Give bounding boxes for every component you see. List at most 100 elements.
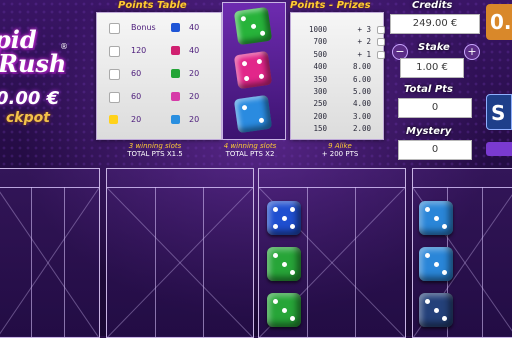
stake-label: Stake xyxy=(418,42,450,53)
start-button[interactable]: S xyxy=(486,94,512,130)
pip xyxy=(442,316,447,321)
pip xyxy=(273,224,278,229)
reel-column-line xyxy=(355,187,357,337)
featured-dice-column xyxy=(222,2,286,140)
pip xyxy=(425,253,430,258)
reel-die-icon xyxy=(267,293,301,327)
pip xyxy=(240,15,247,22)
prize-points: 400 xyxy=(313,62,327,72)
points-prizes-title: Points - Prizes xyxy=(290,0,371,11)
jackpot-amount: 0.00 € xyxy=(0,88,60,109)
bonus-stat-title: 4 winning slots xyxy=(223,142,277,150)
win-display: 0. xyxy=(486,4,512,40)
credits-label: Credits xyxy=(412,0,453,11)
pip xyxy=(273,253,278,258)
pip xyxy=(258,117,265,124)
symbol-die-icon xyxy=(109,92,120,103)
points-table-left-value: 60 xyxy=(131,69,142,78)
bonus-stat-value: TOTAL PTS X1.5 xyxy=(127,150,183,158)
stake-plus-button[interactable]: + xyxy=(464,44,480,60)
reel-column-line xyxy=(481,187,483,337)
stake-value: 1.00 € xyxy=(400,58,464,78)
bonus-stat-title: 3 winning slots xyxy=(128,142,182,150)
bonus-stat: 4 winning slots TOTAL PTS X2 xyxy=(200,142,300,158)
prize-points: 350 xyxy=(313,74,327,84)
pip xyxy=(258,73,265,80)
bonus-stat: 9 Alike + 200 PTS xyxy=(290,142,390,158)
pip xyxy=(281,215,287,221)
prize-row: 250 4.00 xyxy=(297,99,371,108)
prize-amount: 4.00 xyxy=(352,99,371,109)
pip xyxy=(290,270,295,275)
reel-2[interactable] xyxy=(106,168,254,338)
credits-value: 249.00 € xyxy=(390,14,480,34)
reel-column-line xyxy=(203,187,205,337)
reel-divider xyxy=(413,187,512,188)
points-table-title: Points Table xyxy=(118,0,187,11)
points-table-left-value: 20 xyxy=(131,115,142,124)
pip xyxy=(425,207,430,212)
game-logo: pid Rush ® xyxy=(0,28,94,76)
prize-amount: 3.00 xyxy=(352,111,371,121)
mystery-value: 0 xyxy=(398,140,472,160)
reel-die-icon xyxy=(419,201,453,235)
pip xyxy=(442,270,447,275)
prize-amount: 2.00 xyxy=(352,124,371,134)
reel-1[interactable] xyxy=(0,168,100,338)
prize-row: 350 6.00 xyxy=(297,75,371,84)
pip xyxy=(273,299,278,304)
prize-amount: + 2 xyxy=(357,37,371,47)
points-table-right-value: 20 xyxy=(189,115,200,124)
prize-points: 1000 xyxy=(308,25,327,34)
prize-amount: 8.00 xyxy=(352,62,371,72)
pip xyxy=(442,224,447,229)
bonus-stat-value: + 200 PTS xyxy=(321,150,359,158)
green-die-icon xyxy=(233,6,273,46)
reel-divider xyxy=(0,187,99,188)
prize-amount: 5.00 xyxy=(352,87,371,96)
pip xyxy=(259,30,266,37)
points-table-right-value: 40 xyxy=(189,46,200,55)
reel-3[interactable] xyxy=(258,168,406,338)
reel-column-line xyxy=(155,187,157,337)
registered-mark: ® xyxy=(60,42,68,51)
pip xyxy=(241,104,248,111)
colored-die-icon xyxy=(171,46,180,55)
reel-divider xyxy=(107,187,253,188)
symbol-die-icon xyxy=(109,23,120,34)
pip xyxy=(250,23,256,29)
bonus-die-icon xyxy=(377,38,385,47)
points-table-right-value: 20 xyxy=(189,92,200,101)
blue-die-icon xyxy=(233,94,273,134)
auto-button[interactable] xyxy=(486,142,512,156)
points-table-row: 20 20 xyxy=(97,113,221,133)
bonus-stat: 3 winning slots TOTAL PTS X1.5 xyxy=(105,142,205,158)
pip xyxy=(433,261,439,267)
pip xyxy=(256,58,263,65)
pip xyxy=(290,207,295,212)
reel-die-icon xyxy=(267,201,301,235)
points-table-left-value: Bonus xyxy=(131,23,156,32)
symbol-die-icon xyxy=(109,69,120,80)
prize-amount: + 3 xyxy=(357,25,371,34)
mystery-label: Mystery xyxy=(406,126,452,137)
pip xyxy=(243,75,250,82)
total-pts-value: 0 xyxy=(398,98,472,118)
pip xyxy=(281,261,287,267)
pip xyxy=(241,60,248,67)
reel-column-line xyxy=(64,187,66,337)
symbol-die-icon xyxy=(109,46,120,57)
colored-die-icon xyxy=(171,115,180,124)
reel-column-line xyxy=(30,187,32,337)
pip xyxy=(281,307,287,313)
pip xyxy=(433,215,439,221)
pip xyxy=(290,316,295,321)
prize-points: 700 xyxy=(313,37,327,47)
prize-row: 1000 + 3 xyxy=(297,25,385,34)
prize-points: 250 xyxy=(313,99,327,109)
prize-points: 200 xyxy=(313,111,327,121)
points-table-row: 120 40 xyxy=(97,44,221,64)
points-table-panel: Bonus 40 120 40 60 20 60 20 20 20 xyxy=(96,12,222,140)
reel-4[interactable] xyxy=(412,168,512,338)
symbol-die-icon xyxy=(109,115,118,124)
